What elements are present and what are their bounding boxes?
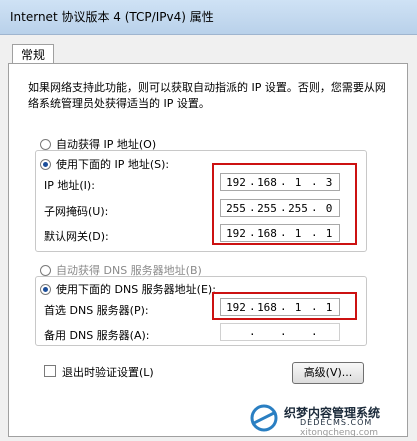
watermark-logo-icon [250, 404, 278, 432]
manual-dns-label: 使用下面的 DNS 服务器地址(E): [56, 283, 216, 296]
auto-ip-radio[interactable] [40, 138, 51, 150]
manual-ip-radio-row[interactable]: 使用下面的 IP 地址(S): [40, 156, 169, 172]
validate-checkbox[interactable] [44, 365, 56, 377]
auto-ip-radio-row[interactable]: 自动获得 IP 地址(O) [40, 136, 156, 152]
dns-highlight-box [212, 292, 357, 320]
watermark-text-2: DEDECMS.COM [300, 418, 373, 427]
manual-ip-label: 使用下面的 IP 地址(S): [56, 158, 170, 171]
subnet-mask-label: 子网掩码(U): [44, 205, 109, 218]
alternate-dns-field[interactable]: . . . [220, 323, 340, 341]
title-bar: Internet 协议版本 4 (TCP/IPv4) 属性 [0, 0, 417, 35]
gateway-label: 默认网关(D): [44, 230, 109, 243]
description-text: 如果网络支持此功能，则可以获取自动指派的 IP 设置。否则，您需要从网络系统管理… [28, 81, 386, 110]
ip-address-label: IP 地址(I): [44, 179, 95, 192]
watermark-text-3: xitongcheng.com [300, 428, 378, 438]
adns-dot-3: . [311, 325, 318, 338]
adns-dot-1: . [249, 325, 256, 338]
manual-dns-radio-row[interactable]: 使用下面的 DNS 服务器地址(E): [40, 281, 216, 297]
auto-dns-radio[interactable] [40, 264, 51, 276]
manual-dns-radio[interactable] [40, 283, 51, 295]
adns-dot-2: . [280, 325, 287, 338]
auto-dns-label: 自动获得 DNS 服务器地址(B) [56, 264, 202, 277]
auto-dns-radio-row[interactable]: 自动获得 DNS 服务器地址(B) [40, 262, 202, 278]
advanced-button[interactable]: 高级(V)... [292, 362, 364, 384]
window-title: Internet 协议版本 4 (TCP/IPv4) 属性 [10, 10, 214, 24]
preferred-dns-label: 首选 DNS 服务器(P): [44, 304, 149, 317]
tab-general[interactable]: 常规 [12, 44, 54, 65]
validate-label: 退出时验证设置(L) [62, 366, 154, 379]
alternate-dns-label: 备用 DNS 服务器(A): [44, 329, 150, 342]
manual-ip-radio[interactable] [40, 158, 51, 170]
tab-strip: 常规 [0, 34, 417, 65]
ip-highlight-box [212, 163, 357, 245]
auto-ip-label: 自动获得 IP 地址(O) [56, 138, 157, 151]
